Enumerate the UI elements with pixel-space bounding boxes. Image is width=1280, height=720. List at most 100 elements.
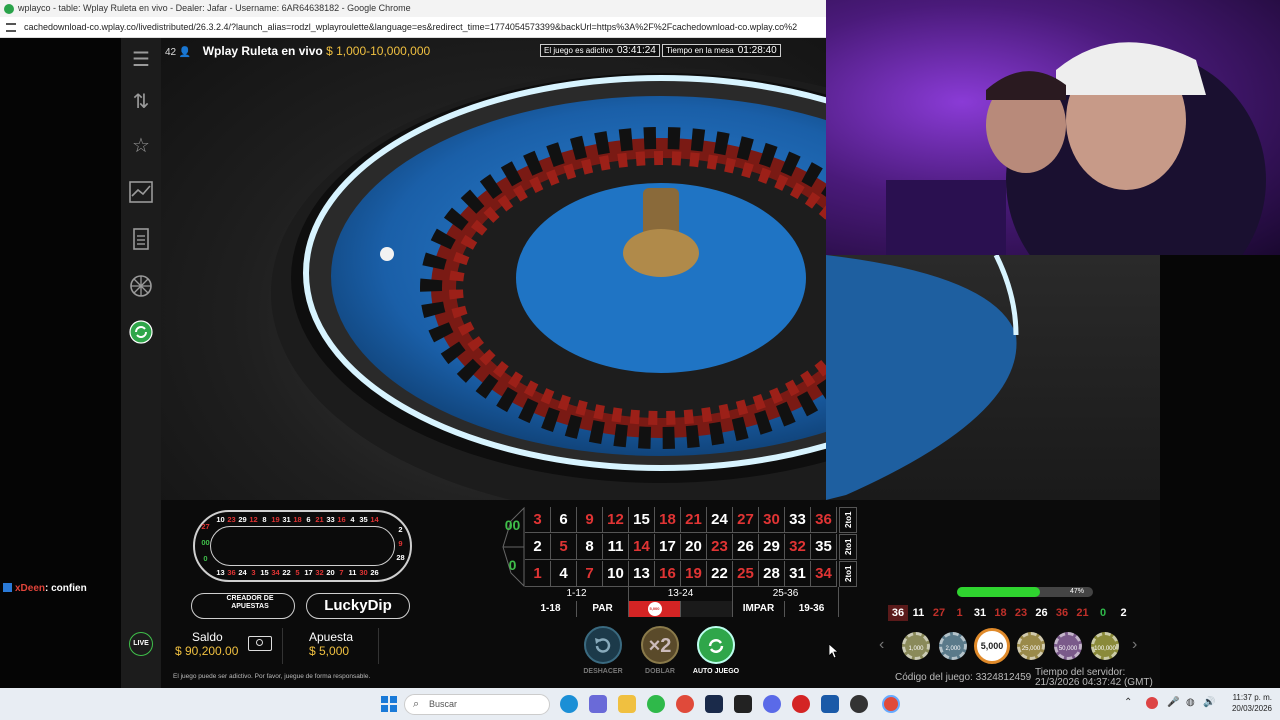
- bet-number-4[interactable]: 4: [551, 561, 577, 587]
- sort-icon[interactable]: ⇅: [129, 90, 153, 114]
- network-icon[interactable]: ◍: [1186, 697, 1195, 708]
- racetrack-number[interactable]: 20: [325, 568, 336, 577]
- document-icon[interactable]: [129, 227, 153, 251]
- undo-button[interactable]: [584, 626, 622, 664]
- racetrack-number[interactable]: 16: [336, 515, 347, 524]
- racetrack-number[interactable]: 19: [270, 515, 281, 524]
- racetrack-number[interactable]: 9: [395, 539, 406, 548]
- chip-5000[interactable]: 5,000: [974, 628, 1010, 664]
- bet-number-22[interactable]: 22: [707, 561, 733, 587]
- chrome-icon[interactable]: [676, 695, 694, 713]
- bet-number-8[interactable]: 8: [577, 534, 603, 560]
- chip-2000[interactable]: 2,000: [939, 632, 967, 660]
- racetrack-number[interactable]: 23: [226, 515, 237, 524]
- chip-next-icon[interactable]: ›: [1132, 636, 1137, 654]
- edge-icon[interactable]: [560, 695, 578, 713]
- bet-number-14[interactable]: 14: [629, 534, 655, 560]
- racetrack-number[interactable]: 10: [215, 515, 226, 524]
- copilot-icon[interactable]: [589, 695, 607, 713]
- chrome-active-icon[interactable]: [882, 695, 900, 713]
- column-bet-3[interactable]: 2to1: [839, 561, 857, 587]
- racetrack-number[interactable]: 31: [281, 515, 292, 524]
- bet-odd[interactable]: IMPAR: [733, 601, 785, 617]
- bet-number-35[interactable]: 35: [811, 534, 837, 560]
- bet-number-13[interactable]: 13: [629, 561, 655, 587]
- luckydip-button[interactable]: LuckyDip: [306, 593, 410, 619]
- racetrack-number[interactable]: 13: [215, 568, 226, 577]
- racetrack-number[interactable]: 5: [292, 568, 303, 577]
- obs-icon[interactable]: [850, 695, 868, 713]
- bet-number-10[interactable]: 10: [603, 561, 629, 587]
- star-icon[interactable]: ☆: [129, 134, 153, 158]
- racetrack-number[interactable]: 0: [200, 554, 211, 563]
- bet-number-7[interactable]: 7: [577, 561, 603, 587]
- wheel-icon[interactable]: [129, 274, 153, 298]
- bet-number-20[interactable]: 20: [681, 534, 707, 560]
- steam-icon[interactable]: [705, 695, 723, 713]
- racetrack-number[interactable]: 3: [248, 568, 259, 577]
- bet-number-27[interactable]: 27: [733, 507, 759, 533]
- racetrack-number[interactable]: 33: [325, 515, 336, 524]
- bet-number-19[interactable]: 19: [681, 561, 707, 587]
- chip-1000[interactable]: 1,000: [902, 632, 930, 660]
- bet-number-32[interactable]: 32: [785, 534, 811, 560]
- bet-number-30[interactable]: 30: [759, 507, 785, 533]
- bet-number-2[interactable]: 2: [525, 534, 551, 560]
- racetrack-bet[interactable]: 10 23 29 12 8 19 31 18 6 21 33 16 4 35 14 13 36 24 3 15 34 2…: [193, 510, 412, 582]
- dozen-bet-1[interactable]: 1-12: [525, 587, 629, 601]
- column-bet-1[interactable]: 2to1: [839, 507, 857, 533]
- betting-grid[interactable]: 00 0 3 6 9 12 15 18 21 24 27 30 33 36 2 5 8 11 14 17 20 23 2…: [501, 507, 857, 618]
- url-text[interactable]: cachedownload-co.wplay.co/livedistribute…: [24, 22, 797, 32]
- bet-black[interactable]: [681, 601, 733, 617]
- racetrack-number[interactable]: 2: [395, 525, 406, 534]
- racetrack-number[interactable]: 21: [314, 515, 325, 524]
- racetrack-number[interactable]: 36: [226, 568, 237, 577]
- chip-25000[interactable]: 25,000: [1017, 632, 1045, 660]
- taskbar-clock[interactable]: 11:37 p. m. 20/03/2026: [1222, 692, 1272, 714]
- bet-number-33[interactable]: 33: [785, 507, 811, 533]
- bet-number-16[interactable]: 16: [655, 561, 681, 587]
- bet-red[interactable]: 5,000: [629, 601, 681, 617]
- racetrack-number[interactable]: 27: [200, 522, 211, 531]
- bet-number-11[interactable]: 11: [603, 534, 629, 560]
- tray-chevron-icon[interactable]: ⌃: [1124, 697, 1132, 708]
- chip-100000[interactable]: 100,000: [1091, 632, 1119, 660]
- racetrack-number[interactable]: 32: [314, 568, 325, 577]
- bet-number-15[interactable]: 15: [629, 507, 655, 533]
- microphone-icon[interactable]: 🎤: [1167, 697, 1179, 708]
- dozen-bet-3[interactable]: 25-36: [733, 587, 839, 601]
- racetrack-number[interactable]: 00: [200, 538, 211, 547]
- bet-number-5[interactable]: 5: [551, 534, 577, 560]
- bet-number-36[interactable]: 36: [811, 507, 837, 533]
- taskbar-search-input[interactable]: ⌕ Buscar: [404, 694, 550, 715]
- chip-prev-icon[interactable]: ‹: [879, 636, 884, 654]
- racetrack-number[interactable]: 14: [369, 515, 380, 524]
- bet-number-3[interactable]: 3: [525, 507, 551, 533]
- autoplay-button[interactable]: [697, 626, 735, 664]
- dozen-bet-2[interactable]: 13-24: [629, 587, 733, 601]
- chart-icon[interactable]: [129, 181, 153, 205]
- bet-number-12[interactable]: 12: [603, 507, 629, 533]
- racetrack-number[interactable]: 28: [395, 553, 406, 562]
- racetrack-number[interactable]: 7: [336, 568, 347, 577]
- racetrack-number[interactable]: 35: [358, 515, 369, 524]
- bet-number-9[interactable]: 9: [577, 507, 603, 533]
- windows-start-icon[interactable]: [381, 696, 397, 712]
- racetrack-number[interactable]: 6: [303, 515, 314, 524]
- bet-00[interactable]: 00: [501, 517, 524, 533]
- bet-19-36[interactable]: 19-36: [785, 601, 839, 617]
- bet-number-18[interactable]: 18: [655, 507, 681, 533]
- bet-1-18[interactable]: 1-18: [525, 601, 577, 617]
- racetrack-number[interactable]: 17: [303, 568, 314, 577]
- bet-number-1[interactable]: 1: [525, 561, 551, 587]
- site-info-icon[interactable]: [6, 23, 16, 32]
- bet-number-17[interactable]: 17: [655, 534, 681, 560]
- file-explorer-icon[interactable]: [618, 695, 636, 713]
- address-bar[interactable]: cachedownload-co.wplay.co/livedistribute…: [0, 17, 826, 38]
- racetrack-number[interactable]: 24: [237, 568, 248, 577]
- racetrack-number[interactable]: 11: [347, 568, 358, 577]
- volume-icon[interactable]: 🔊: [1203, 697, 1215, 708]
- epic-games-icon[interactable]: [734, 695, 752, 713]
- racetrack-number[interactable]: 4: [347, 515, 358, 524]
- menu-icon[interactable]: ☰: [129, 48, 153, 72]
